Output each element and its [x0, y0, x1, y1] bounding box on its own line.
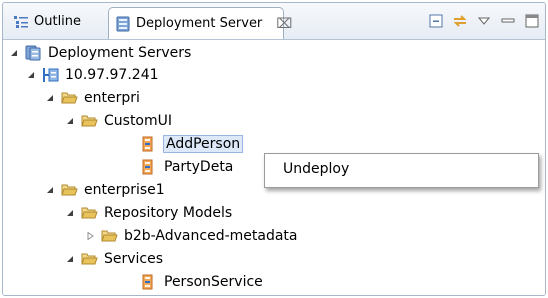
context-menu: Undeploy — [264, 153, 539, 188]
tree-label: enterprise1 — [84, 181, 165, 198]
collapsed-triangle-icon[interactable] — [85, 231, 95, 241]
view-tab-bar: Outline Deployment Server ⌧ — [3, 3, 545, 40]
tree-node-personservice[interactable]: PersonService — [141, 271, 263, 292]
tree-node-repository-models[interactable]: Repository Models — [65, 202, 232, 223]
tree-label: PartyDeta — [164, 158, 234, 175]
expanded-triangle-icon[interactable] — [65, 208, 75, 218]
expanded-triangle-icon[interactable] — [26, 70, 36, 80]
maximize-icon[interactable] — [523, 12, 541, 30]
tree-node-addperson[interactable]: AddPerson — [141, 133, 244, 154]
tree-label: AddPerson — [162, 134, 244, 153]
tree-node-b2b-advanced-metadata[interactable]: b2b-Advanced-metadata — [85, 225, 297, 246]
tab-deployment-server-label: Deployment Server — [136, 16, 263, 31]
tree-node-enterpri[interactable]: enterpri — [45, 87, 140, 108]
tree-node-deployment-servers[interactable]: Deployment Servers — [9, 42, 191, 63]
tab-outline-label: Outline — [34, 14, 82, 29]
tree-node-partydeta[interactable]: PartyDeta — [141, 156, 233, 177]
folder-open-icon — [81, 115, 98, 126]
server-node-icon — [43, 67, 59, 82]
tab-deployment-server[interactable]: Deployment Server ⌧ — [108, 7, 292, 39]
folder-open-icon — [101, 230, 118, 241]
servers-icon — [25, 45, 41, 60]
expanded-triangle-icon[interactable] — [65, 116, 75, 126]
folder-open-icon — [61, 92, 78, 103]
folder-open-icon — [61, 184, 78, 195]
link-with-editor-icon[interactable] — [451, 12, 469, 30]
tree-label: Repository Models — [104, 204, 233, 221]
expanded-triangle-icon[interactable] — [45, 93, 55, 103]
tree-label: CustomUI — [104, 112, 173, 129]
deployment-server-view: Outline Deployment Server ⌧ Deployment S… — [2, 2, 546, 296]
tree-node-server[interactable]: 10.97.97.241 — [26, 64, 159, 85]
tree-label: b2b-Advanced-metadata — [124, 227, 298, 244]
tree-label: PersonService — [164, 273, 263, 290]
tree-node-services[interactable]: Services — [65, 248, 163, 269]
server-icon — [116, 16, 130, 31]
tree-node-customui[interactable]: CustomUI — [65, 110, 172, 131]
view-toolbar — [427, 10, 541, 32]
folder-open-icon — [81, 253, 98, 264]
folder-open-icon — [81, 207, 98, 218]
service-icon — [142, 136, 153, 151]
tree-label: Deployment Servers — [48, 44, 192, 61]
expanded-triangle-icon[interactable] — [65, 254, 75, 264]
minimize-icon[interactable] — [499, 12, 517, 30]
outline-icon — [14, 15, 28, 28]
expanded-triangle-icon[interactable] — [45, 185, 55, 195]
service-icon — [142, 274, 153, 289]
tree-label: Services — [104, 250, 164, 267]
tab-outline[interactable]: Outline — [7, 9, 107, 34]
tree-label: 10.97.97.241 — [65, 66, 159, 83]
expanded-triangle-icon[interactable] — [9, 48, 19, 58]
service-icon — [142, 159, 153, 174]
tree-label: enterpri — [84, 89, 140, 106]
tree-node-enterprise1[interactable]: enterprise1 — [45, 179, 165, 200]
view-menu-icon[interactable] — [475, 12, 493, 30]
close-tab-icon[interactable]: ⌧ — [276, 16, 292, 32]
collapse-all-icon[interactable] — [427, 12, 445, 30]
menu-item-undeploy[interactable]: Undeploy — [279, 161, 353, 177]
